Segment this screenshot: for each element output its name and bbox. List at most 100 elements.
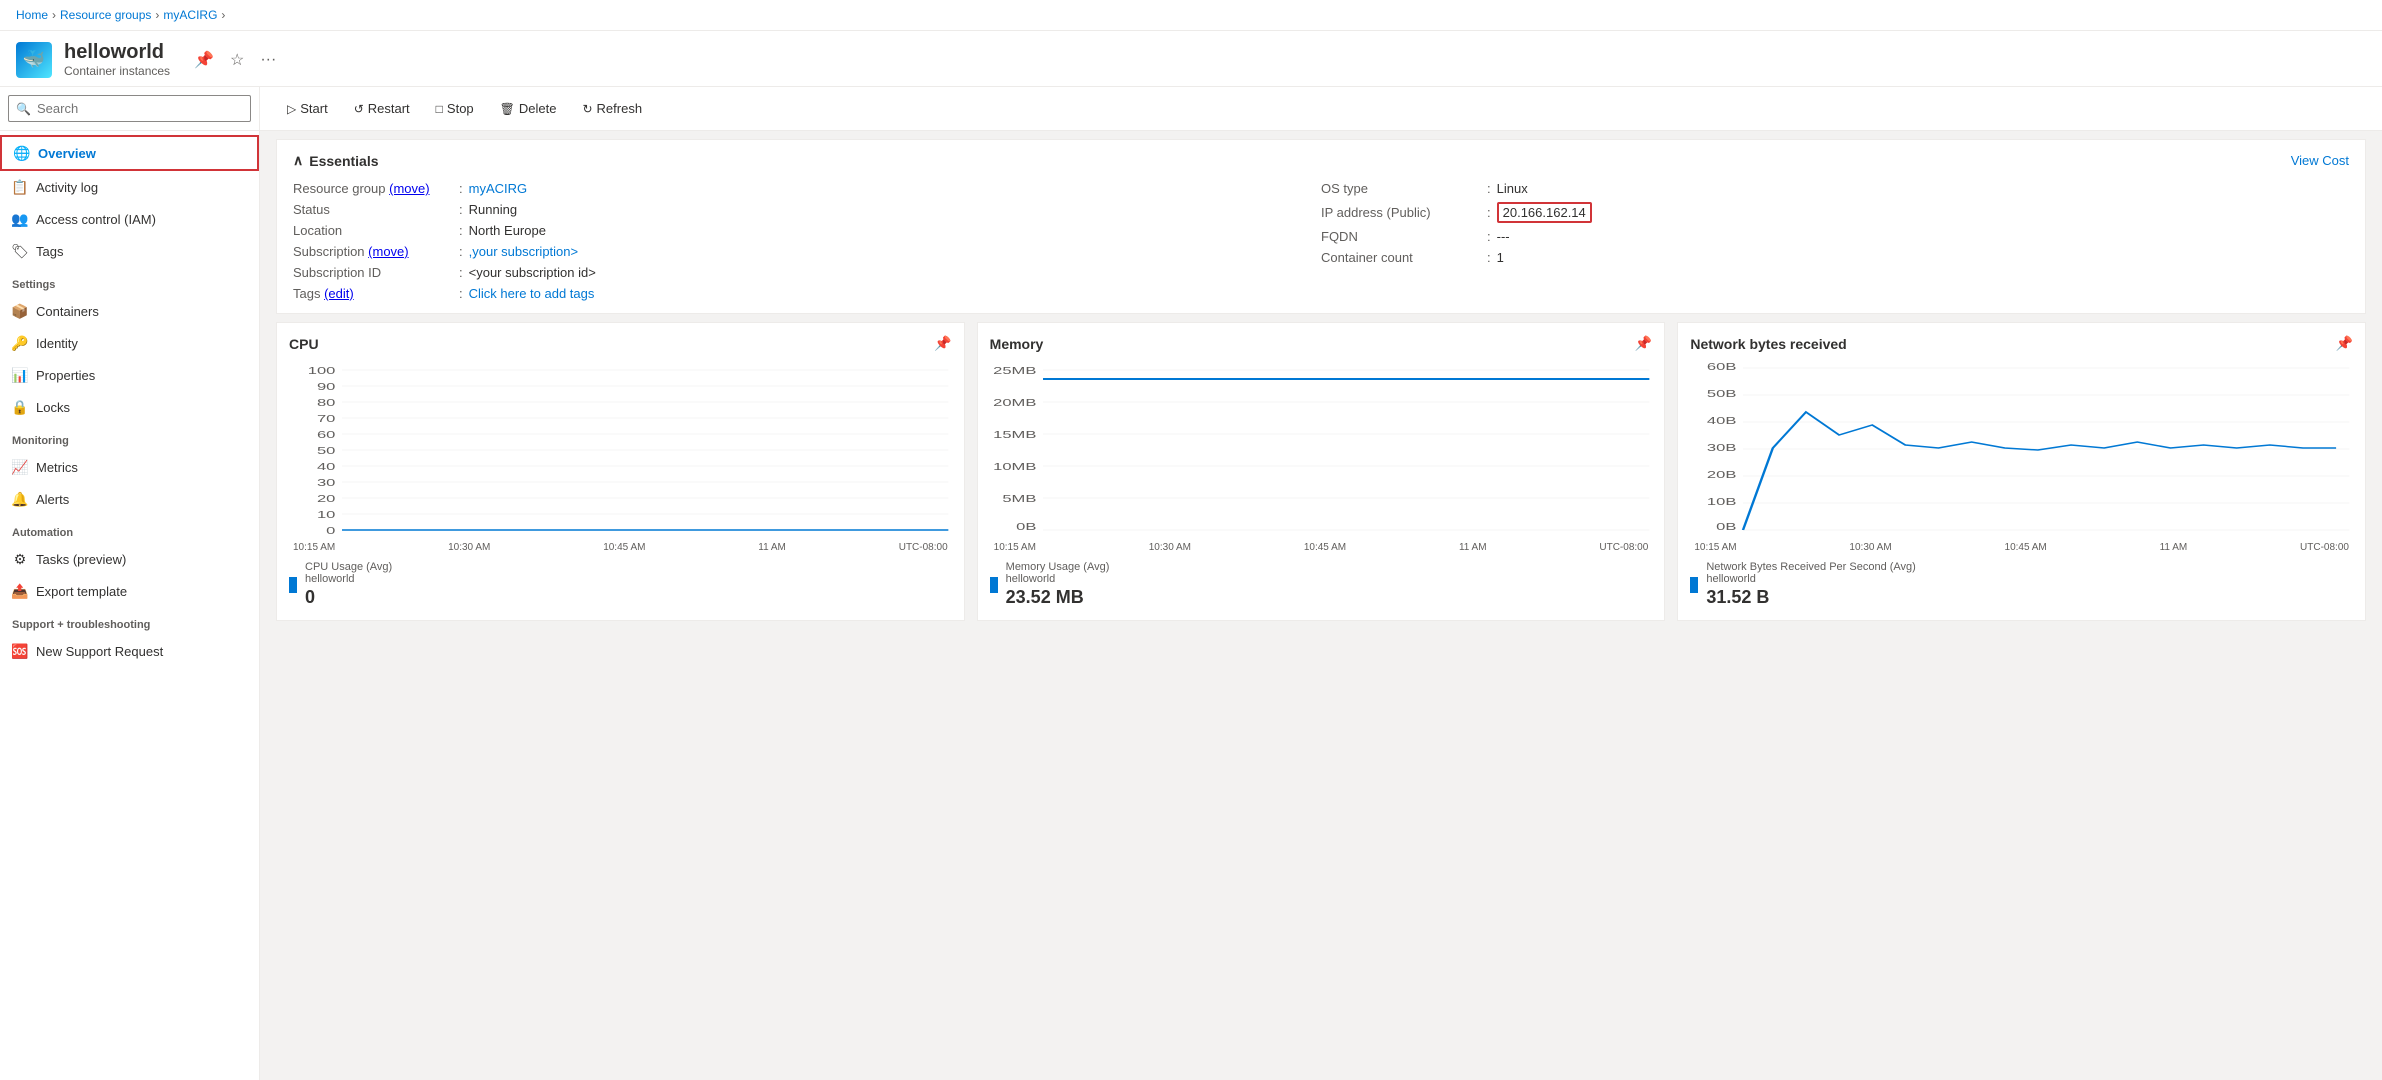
resource-subtitle: Container instances	[64, 64, 170, 78]
sidebar-item-activity-log[interactable]: 📋 Activity log	[0, 171, 259, 203]
stop-icon: □	[436, 102, 443, 116]
sidebar-item-export-template[interactable]: 📤 Export template	[0, 575, 259, 607]
header-actions: 📌 ☆ ···	[190, 48, 280, 72]
more-button[interactable]: ···	[256, 48, 280, 72]
essentials-chevron: ∧	[293, 152, 303, 169]
breadcrumb-resource-groups[interactable]: Resource groups	[60, 8, 151, 22]
tasks-icon: ⚙	[12, 551, 28, 567]
cpu-pin-button[interactable]: 📌	[934, 335, 951, 352]
resource-icon: 🐳	[16, 42, 52, 78]
stop-button[interactable]: □ Stop	[425, 95, 485, 122]
add-tags-link[interactable]: Click here to add tags	[469, 286, 595, 301]
delete-icon: 🗑	[500, 102, 515, 116]
move-sub-link[interactable]: (move)	[368, 244, 408, 259]
edit-tags-link[interactable]: (edit)	[324, 286, 354, 301]
network-pin-button[interactable]: 📌	[2336, 335, 2353, 352]
rg-link[interactable]: myACIRG	[469, 181, 528, 196]
memory-pin-button[interactable]: 📌	[1635, 335, 1652, 352]
network-chart-svg: 60B 50B 40B 30B 20B 10B 0B	[1690, 360, 2353, 540]
essentials-value-tags: Click here to add tags	[469, 286, 595, 301]
cpu-value: 0	[305, 587, 392, 608]
essentials-row-fqdn: FQDN : ---	[1321, 229, 2349, 244]
essentials-label-location: Location	[293, 223, 453, 238]
svg-text:5MB: 5MB	[1002, 493, 1036, 504]
sidebar-item-label-access-control: Access control (IAM)	[36, 212, 156, 227]
essentials-value-rg: myACIRG	[469, 181, 528, 196]
sidebar-item-tags[interactable]: 🏷 Tags	[0, 235, 259, 267]
sidebar: 🔍 🌐 Overview 📋 Activity log 👥 Access con…	[0, 87, 260, 1080]
monitoring-section-label: Monitoring	[0, 423, 259, 451]
essentials-value-status: Running	[469, 202, 517, 217]
essentials-label-ip: IP address (Public)	[1321, 205, 1481, 220]
view-cost-link[interactable]: View Cost	[2291, 153, 2349, 168]
automation-section-label: Automation	[0, 515, 259, 543]
sidebar-search-container: 🔍	[0, 87, 259, 131]
subscription-link[interactable]: ,your subscription>	[469, 244, 578, 259]
svg-text:60: 60	[317, 429, 336, 440]
svg-text:30: 30	[317, 477, 336, 488]
sidebar-item-containers[interactable]: 📦 Containers	[0, 295, 259, 327]
sidebar-item-new-support[interactable]: 🆘 New Support Request	[0, 635, 259, 667]
memory-chart-svg: 25MB 20MB 15MB 10MB 5MB 0B	[990, 360, 1653, 540]
cpu-chart-svg: 100 90 80 70 60 50 40 30 20 10 0	[289, 360, 952, 540]
move-rg-link[interactable]: (move)	[389, 181, 429, 196]
locks-icon: 🔒	[12, 399, 28, 415]
favorite-button[interactable]: ☆	[226, 48, 248, 72]
sidebar-item-locks[interactable]: 🔒 Locks	[0, 391, 259, 423]
activity-log-icon: 📋	[12, 179, 28, 195]
essentials-value-container-count: 1	[1497, 250, 1504, 265]
sidebar-item-access-control[interactable]: 👥 Access control (IAM)	[0, 203, 259, 235]
network-chart-card: Network bytes received 📌 60B 50B 40B 30B…	[1677, 322, 2366, 621]
start-icon: ▷	[287, 102, 296, 116]
essentials-right-col: OS type : Linux IP address (Public) : 20…	[1321, 181, 2349, 301]
essentials-row-location: Location : North Europe	[293, 223, 1321, 238]
svg-text:25MB: 25MB	[993, 365, 1036, 376]
memory-chart-header: Memory 📌	[990, 335, 1653, 352]
pin-button[interactable]: 📌	[190, 48, 218, 72]
essentials-row-sub-id: Subscription ID : <your subscription id>	[293, 265, 1321, 280]
search-icon: 🔍	[16, 102, 31, 116]
cpu-x-labels: 10:15 AM 10:30 AM 10:45 AM 11 AM UTC-08:…	[289, 542, 952, 553]
breadcrumb-myacirg[interactable]: myACIRG	[163, 8, 217, 22]
cpu-chart-card: CPU 📌 100 90 80 70 60 50 40 30 20	[276, 322, 965, 621]
svg-text:20: 20	[317, 493, 336, 504]
sidebar-item-alerts[interactable]: 🔔 Alerts	[0, 483, 259, 515]
refresh-icon: ↻	[582, 102, 592, 116]
main-layout: 🔍 🌐 Overview 📋 Activity log 👥 Access con…	[0, 87, 2382, 1080]
breadcrumb: Home › Resource groups › myACIRG ›	[0, 0, 2382, 31]
memory-legend-sub: helloworld	[1006, 573, 1110, 585]
restart-button[interactable]: ↺ Restart	[343, 95, 421, 122]
essentials-row-container-count: Container count : 1	[1321, 250, 2349, 265]
start-button[interactable]: ▷ Start	[276, 95, 339, 122]
svg-text:20MB: 20MB	[993, 397, 1036, 408]
essentials-row-tags: Tags (edit) : Click here to add tags	[293, 286, 1321, 301]
memory-chart-body: 25MB 20MB 15MB 10MB 5MB 0B	[990, 360, 1653, 540]
essentials-row-subscription: Subscription (move) : ,your subscription…	[293, 244, 1321, 259]
essentials-label-sub-id: Subscription ID	[293, 265, 453, 280]
toolbar: ▷ Start ↺ Restart □ Stop 🗑 Delete ↻ Refr…	[260, 87, 2382, 131]
properties-icon: 📊	[12, 367, 28, 383]
svg-text:10MB: 10MB	[993, 461, 1036, 472]
sidebar-item-identity[interactable]: 🔑 Identity	[0, 327, 259, 359]
svg-text:10B: 10B	[1707, 496, 1736, 507]
resource-name: helloworld	[64, 41, 170, 64]
search-input[interactable]	[8, 95, 251, 122]
refresh-button[interactable]: ↻ Refresh	[571, 95, 653, 122]
cpu-legend-dot	[289, 577, 297, 593]
delete-button[interactable]: 🗑 Delete	[489, 95, 568, 122]
sidebar-item-label-identity: Identity	[36, 336, 78, 351]
svg-text:0B: 0B	[1716, 521, 1736, 532]
sidebar-item-properties[interactable]: 📊 Properties	[0, 359, 259, 391]
sidebar-item-label-containers: Containers	[36, 304, 99, 319]
overview-icon: 🌐	[14, 145, 30, 161]
sidebar-item-label-new-support: New Support Request	[36, 644, 163, 659]
svg-text:15MB: 15MB	[993, 429, 1036, 440]
sidebar-item-overview[interactable]: 🌐 Overview	[0, 135, 259, 171]
breadcrumb-sep-3: ›	[221, 8, 225, 22]
sidebar-item-metrics[interactable]: 📈 Metrics	[0, 451, 259, 483]
cpu-legend-info: CPU Usage (Avg) helloworld 0	[305, 561, 392, 608]
breadcrumb-home[interactable]: Home	[16, 8, 48, 22]
sidebar-item-tasks[interactable]: ⚙ Tasks (preview)	[0, 543, 259, 575]
essentials-value-ip: 20.166.162.14	[1497, 202, 1592, 223]
content-area: ▷ Start ↺ Restart □ Stop 🗑 Delete ↻ Refr…	[260, 87, 2382, 1080]
